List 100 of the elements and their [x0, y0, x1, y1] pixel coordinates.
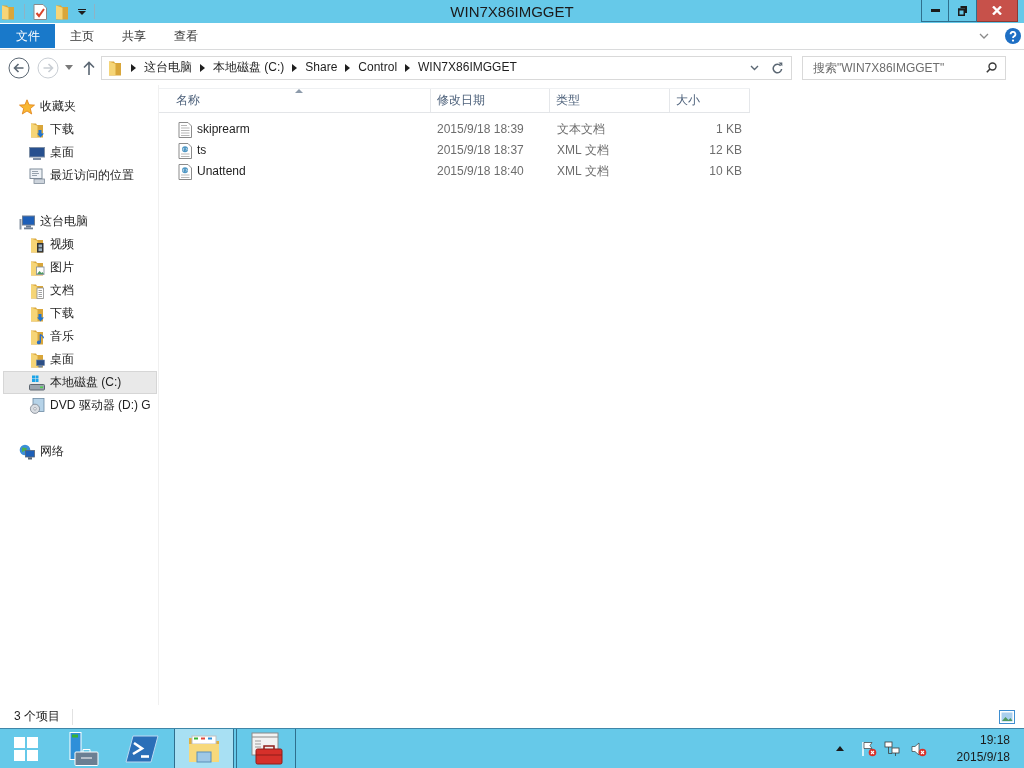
minimize-button[interactable] [921, 0, 949, 22]
speaker-icon[interactable] [910, 740, 927, 757]
breadcrumb[interactable]: Control [358, 60, 398, 75]
windows-logo-icon [13, 735, 39, 762]
minimize-icon [930, 9, 940, 12]
thumbnail-view-icon[interactable] [999, 709, 1015, 724]
chevron-down-icon[interactable] [979, 32, 989, 39]
column-header[interactable]: 名称 [159, 89, 431, 112]
help-icon[interactable] [1005, 27, 1021, 44]
clock-date: 2015/9/18 [956, 748, 1010, 766]
chevron-right-icon [405, 63, 411, 72]
ribbon-tab[interactable]: 查看 [160, 24, 212, 48]
file-type: XML 文档 [557, 143, 609, 158]
ribbon-tab[interactable]: 共享 [108, 24, 160, 48]
text-file-icon [178, 121, 192, 138]
nav-item[interactable]: 收藏夹 [3, 95, 157, 118]
nav-item[interactable]: 下载 [3, 118, 157, 141]
folder-arrow-icon [29, 305, 45, 322]
breadcrumb[interactable]: Share [305, 60, 338, 75]
drive-icon [29, 374, 45, 391]
chevron-right-icon [200, 63, 205, 72]
computer-icon [19, 213, 35, 230]
breadcrumb[interactable]: 这台电脑 [144, 60, 192, 75]
search-icon[interactable] [986, 61, 997, 73]
folder-arrow-icon [29, 121, 45, 138]
clock[interactable]: 19:18 2015/9/18 [946, 731, 1024, 766]
file-name: Unattend [197, 164, 246, 179]
disc-drive-icon [29, 397, 45, 414]
close-icon [992, 6, 1002, 15]
nav-item[interactable]: 视频 [3, 233, 157, 256]
file-name: skiprearm [197, 122, 250, 137]
file-menu-tab[interactable]: 文件 [0, 24, 55, 48]
file-size: 12 KB [709, 143, 742, 158]
xml-file-icon [178, 142, 192, 159]
file-row[interactable]: Unattend 2015/9/18 18:40 XML 文档 10 KB [159, 161, 750, 182]
taskbar-button[interactable] [236, 729, 296, 768]
toolbox-icon [249, 731, 283, 766]
nav-item[interactable]: 网络 [3, 440, 157, 463]
nav-item[interactable]: 文档 [3, 279, 157, 302]
sort-arrow-icon [294, 89, 303, 93]
caret-down-icon[interactable] [65, 65, 73, 70]
arrow-up-icon [83, 60, 95, 75]
restore-icon [958, 5, 967, 16]
nav-item[interactable]: 最近访问的位置 [3, 164, 157, 187]
folder-note-icon [29, 328, 45, 345]
file-row[interactable]: skiprearm 2015/9/18 18:39 文本文档 1 KB [159, 119, 750, 140]
refresh-icon[interactable] [772, 61, 783, 74]
breadcrumb[interactable]: WIN7X86IMGGET [418, 60, 517, 75]
document-check-icon[interactable] [33, 3, 48, 20]
modified-date: 2015/9/18 18:37 [437, 143, 524, 158]
nav-item[interactable]: 桌面 [3, 348, 157, 371]
taskbar-button[interactable] [174, 729, 234, 768]
file-type: 文本文档 [557, 122, 605, 137]
xml-file-icon [178, 163, 192, 180]
globe-monitor-icon [19, 443, 35, 460]
modified-date: 2015/9/18 18:40 [437, 164, 524, 179]
file-size: 10 KB [709, 164, 742, 179]
breadcrumb[interactable]: 本地磁盘 (C:) [213, 60, 285, 75]
screen-list-icon [29, 167, 45, 184]
star-icon [19, 98, 35, 115]
chevron-down-icon[interactable] [750, 64, 759, 71]
folder-icon [107, 59, 123, 76]
nav-item[interactable]: 桌面 [3, 141, 157, 164]
file-size: 1 KB [716, 122, 742, 137]
network-icon[interactable] [883, 740, 900, 757]
ribbon-tab[interactable]: 主页 [56, 24, 108, 48]
nav-item[interactable]: DVD 驱动器 (D:) G [3, 394, 157, 417]
arrow-left-icon [8, 56, 30, 79]
chevron-right-icon [131, 63, 136, 72]
file-row[interactable]: ts 2015/9/18 18:37 XML 文档 12 KB [159, 140, 750, 161]
folder-film-icon [29, 236, 45, 253]
nav-item[interactable]: 音乐 [3, 325, 157, 348]
search-field[interactable]: 搜索"WIN7X86IMGGET" [802, 55, 1006, 80]
folder-monitor-icon [29, 351, 45, 368]
column-header[interactable]: 修改日期 [431, 89, 550, 112]
clock-time: 19:18 [979, 731, 1010, 749]
file-name: ts [197, 143, 207, 158]
address-bar[interactable]: 这台电脑 本地磁盘 (C:) Share Control WIN7X86IMGGET [101, 55, 792, 80]
nav-item[interactable]: 本地磁盘 (C:) [3, 371, 157, 394]
nav-item[interactable]: 这台电脑 [3, 210, 157, 233]
folder-document-icon [29, 282, 45, 299]
chevron-right-icon [292, 63, 298, 72]
back-button[interactable] [8, 56, 30, 79]
file-type: XML 文档 [557, 164, 609, 179]
arrow-right-icon [37, 56, 59, 79]
column-header[interactable]: 大小 [670, 89, 750, 112]
monitor-icon [29, 144, 45, 161]
close-button[interactable] [977, 0, 1018, 22]
column-header[interactable]: 类型 [550, 89, 670, 112]
folder-picture-icon [29, 259, 45, 276]
flag-icon[interactable] [860, 740, 877, 757]
nav-item[interactable]: 下载 [3, 302, 157, 325]
modified-date: 2015/9/18 18:39 [437, 122, 524, 137]
item-count: 3 个项目 [14, 709, 60, 724]
chevron-right-icon [345, 63, 351, 72]
chevron-up-icon[interactable] [835, 746, 844, 751]
up-button[interactable] [83, 60, 95, 75]
caret-down-icon[interactable] [78, 8, 86, 15]
nav-item[interactable]: 图片 [3, 256, 157, 279]
window-title: WIN7X86IMGGET [450, 2, 574, 21]
